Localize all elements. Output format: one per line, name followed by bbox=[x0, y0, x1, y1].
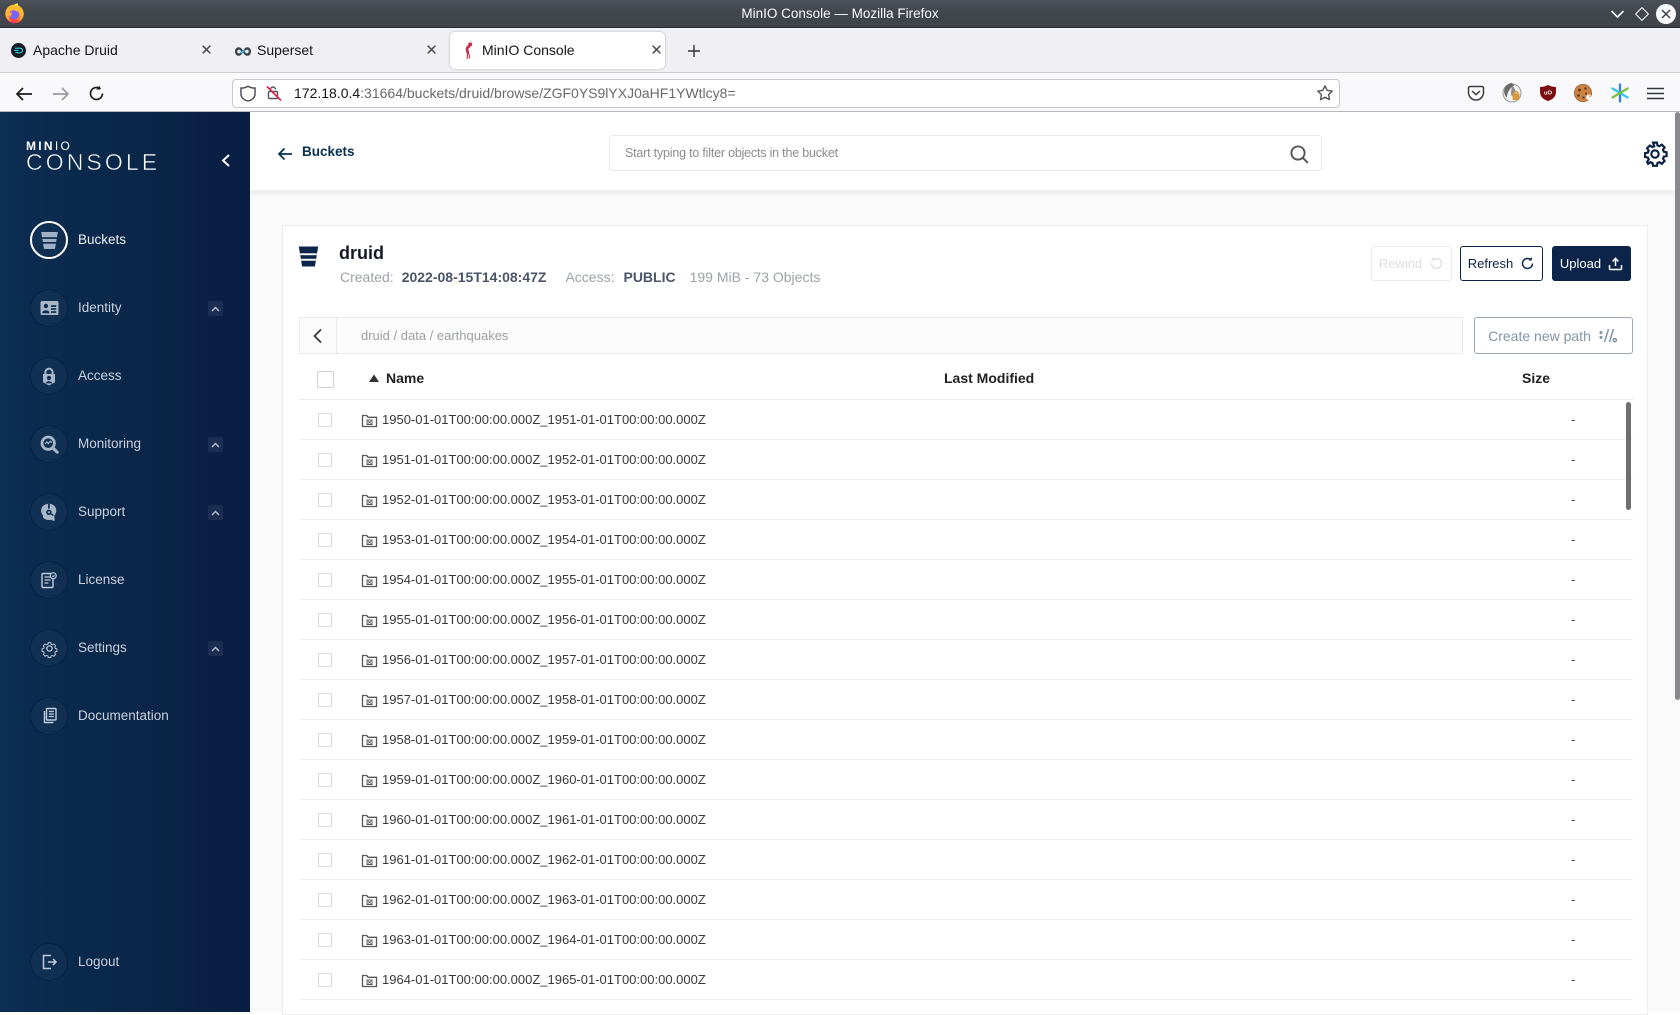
svg-text:uO: uO bbox=[1544, 90, 1553, 96]
